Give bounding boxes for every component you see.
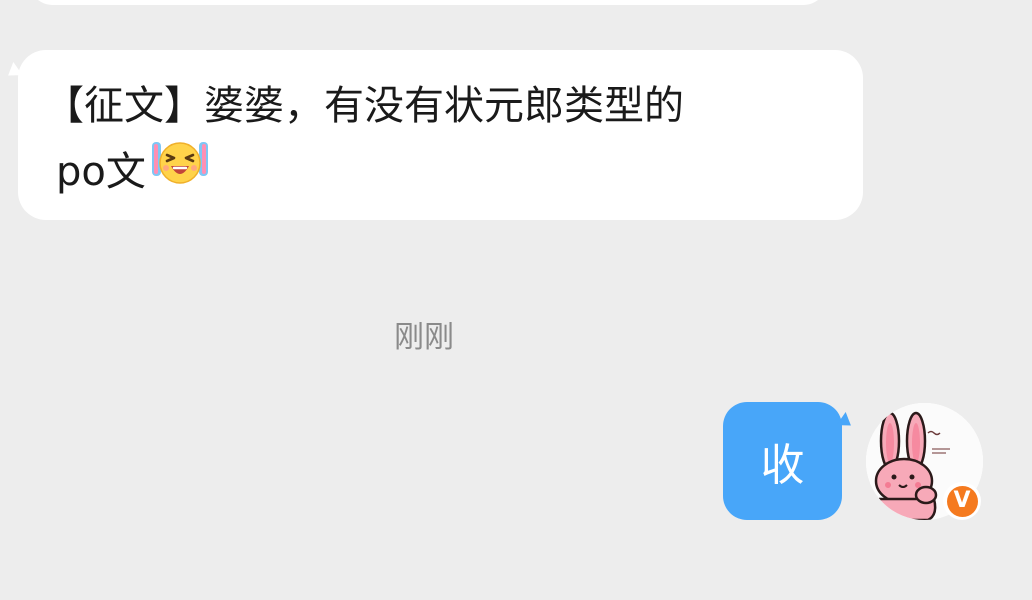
vip-badge: V: [943, 482, 981, 520]
vip-badge-icon: V: [946, 485, 978, 517]
previous-message-bubble[interactable]: [28, 0, 828, 5]
incoming-message-text: 【征文】婆婆，有没有状元郎类型的 po文: [44, 74, 837, 205]
incoming-message-line2: po文: [56, 148, 146, 195]
outgoing-message-text: 收: [760, 440, 805, 491]
outgoing-message-bubble[interactable]: 收: [723, 402, 856, 520]
incoming-message-line1: 【征文】婆婆，有没有状元郎类型的: [44, 83, 684, 129]
laughing-tears-emoji-icon: [150, 138, 210, 205]
incoming-message-line2-wrap: po文: [44, 138, 210, 205]
outgoing-bubble-tail: [836, 412, 856, 432]
message-timestamp: 刚刚: [394, 320, 454, 355]
incoming-bubble-tail: [3, 62, 23, 82]
incoming-message-bubble[interactable]: 【征文】婆婆，有没有状元郎类型的 po文: [3, 50, 863, 220]
